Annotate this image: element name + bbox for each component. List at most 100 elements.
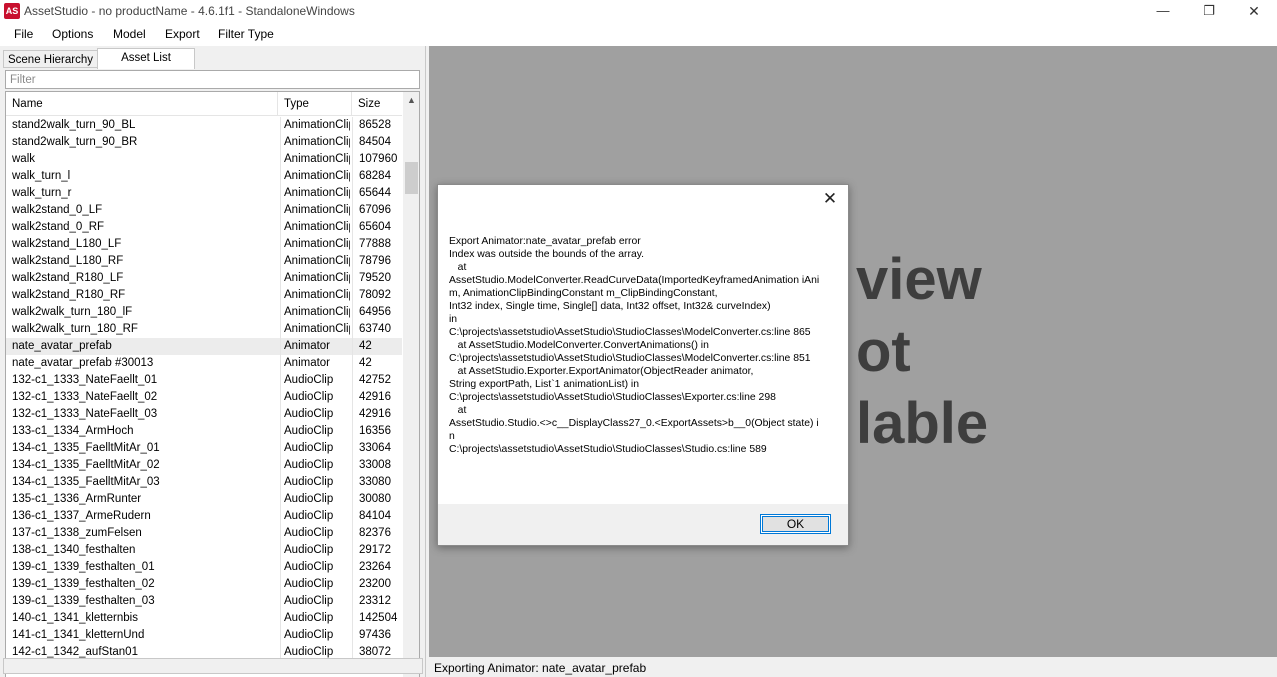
table-row[interactable]: 132-c1_1333_NateFaellt_03 AudioClip 42916 — [6, 406, 402, 423]
table-row[interactable]: 137-c1_1338_zumFelsen AudioClip 82376 — [6, 525, 402, 542]
table-row[interactable]: nate_avatar_prefab Animator 42 — [6, 338, 402, 355]
tab-asset-list[interactable]: Asset List — [97, 48, 195, 69]
table-row[interactable]: walk2walk_turn_180_RF AnimationClip 63740 — [6, 321, 402, 338]
cell-size: 86528 — [352, 117, 402, 134]
scroll-up-icon[interactable]: ▲ — [403, 92, 419, 109]
table-row[interactable]: 132-c1_1333_NateFaellt_02 AudioClip 42916 — [6, 389, 402, 406]
preview-placeholder-line-1: view — [856, 247, 982, 312]
cell-size: 63740 — [352, 321, 402, 338]
cell-size: 78092 — [352, 287, 402, 304]
cell-name: 138-c1_1340_festhalten — [12, 544, 136, 556]
table-row[interactable]: walk AnimationClip 107960 — [6, 151, 402, 168]
table-row[interactable]: walk2stand_0_RF AnimationClip 65604 — [6, 219, 402, 236]
cell-type: AudioClip — [280, 457, 350, 474]
cell-name: walk2stand_R180_RF — [12, 289, 126, 301]
table-row[interactable]: walk_turn_r AnimationClip 65644 — [6, 185, 402, 202]
column-header-type[interactable]: Type — [278, 92, 352, 116]
cell-name: 132-c1_1333_NateFaellt_03 — [12, 408, 158, 420]
table-row[interactable]: stand2walk_turn_90_BR AnimationClip 84504 — [6, 134, 402, 151]
menu-model[interactable]: Model — [113, 27, 146, 41]
cell-type: AudioClip — [280, 525, 350, 542]
cell-type: AnimationClip — [280, 219, 350, 236]
cell-size: 23264 — [352, 559, 402, 576]
table-row[interactable]: 139-c1_1339_festhalten_02 AudioClip 23200 — [6, 576, 402, 593]
table-row[interactable]: walk2stand_L180_RF AnimationClip 78796 — [6, 253, 402, 270]
cell-name: walk — [12, 153, 36, 165]
title-bar: AS AssetStudio - no productName - 4.6.1f… — [0, 0, 1277, 23]
ok-button[interactable]: OK — [760, 514, 831, 534]
cell-size: 65644 — [352, 185, 402, 202]
table-row[interactable]: 136-c1_1337_ArmeRudern AudioClip 84104 — [6, 508, 402, 525]
cell-size: 42916 — [352, 406, 402, 423]
column-header-size[interactable]: Size — [352, 92, 402, 116]
cell-size: 30080 — [352, 491, 402, 508]
table-row[interactable]: 134-c1_1335_FaelltMitAr_02 AudioClip 33008 — [6, 457, 402, 474]
table-row[interactable]: walk2stand_L180_LF AnimationClip 77888 — [6, 236, 402, 253]
cell-name: 132-c1_1333_NateFaellt_01 — [12, 374, 158, 386]
list-rows: stand2walk_turn_90_BL AnimationClip 86528 s… — [6, 117, 402, 661]
table-row[interactable]: walk2stand_R180_LF AnimationClip 79520 — [6, 270, 402, 287]
left-status-bar — [3, 658, 423, 674]
cell-name: 139-c1_1339_festhalten_03 — [12, 595, 155, 607]
column-header-name[interactable]: Name — [6, 92, 278, 116]
table-row[interactable]: nate_avatar_prefab #30013 Animator 42 — [6, 355, 402, 372]
menu-filter-type[interactable]: Filter Type — [218, 27, 274, 41]
cell-size: 65604 — [352, 219, 402, 236]
menu-options[interactable]: Options — [52, 27, 93, 41]
cell-size: 29172 — [352, 542, 402, 559]
cell-name: walk2stand_0_RF — [12, 221, 105, 233]
table-row[interactable]: 134-c1_1335_FaelltMitAr_01 AudioClip 33064 — [6, 440, 402, 457]
menu-bar: File Options Model Export Filter Type — [0, 23, 1277, 46]
cell-type: AnimationClip — [280, 304, 350, 321]
cell-type: AudioClip — [280, 491, 350, 508]
dialog-close-icon[interactable]: ✕ — [820, 189, 840, 209]
table-row[interactable]: 133-c1_1334_ArmHoch AudioClip 16356 — [6, 423, 402, 440]
vertical-scrollbar[interactable]: ▲ ▼ — [403, 92, 419, 677]
table-row[interactable]: 139-c1_1339_festhalten_03 AudioClip 23312 — [6, 593, 402, 610]
cell-type: AudioClip — [280, 559, 350, 576]
cell-name: walk_turn_r — [12, 187, 72, 199]
table-row[interactable]: walk2stand_R180_RF AnimationClip 78092 — [6, 287, 402, 304]
cell-type: AnimationClip — [280, 270, 350, 287]
asset-list: Name Type Size stand2walk_turn_90_BL Anim… — [5, 91, 420, 677]
cell-size: 23200 — [352, 576, 402, 593]
cell-size: 42 — [352, 338, 402, 355]
table-row[interactable]: 132-c1_1333_NateFaellt_01 AudioClip 42752 — [6, 372, 402, 389]
table-row[interactable]: walk2walk_turn_180_lF AnimationClip 64956 — [6, 304, 402, 321]
tab-scene-hierarchy[interactable]: Scene Hierarchy — [3, 50, 98, 68]
table-row[interactable]: 134-c1_1335_FaelltMitAr_03 AudioClip 33080 — [6, 474, 402, 491]
cell-type: AnimationClip — [280, 253, 350, 270]
error-dialog: ✕ Export Animator:nate_avatar_prefab err… — [437, 184, 849, 546]
filter-input[interactable] — [5, 70, 420, 89]
table-row[interactable]: 135-c1_1336_ArmRunter AudioClip 30080 — [6, 491, 402, 508]
cell-name: 132-c1_1333_NateFaellt_02 — [12, 391, 158, 403]
cell-size: 16356 — [352, 423, 402, 440]
cell-name: 134-c1_1335_FaelltMitAr_03 — [12, 476, 160, 488]
table-row[interactable]: walk2stand_0_LF AnimationClip 67096 — [6, 202, 402, 219]
cell-type: AnimationClip — [280, 321, 350, 338]
table-row[interactable]: stand2walk_turn_90_BL AnimationClip 86528 — [6, 117, 402, 134]
table-row[interactable]: 139-c1_1339_festhalten_01 AudioClip 23264 — [6, 559, 402, 576]
table-row[interactable]: 141-c1_1341_kletternUnd AudioClip 97436 — [6, 627, 402, 644]
cell-name: nate_avatar_prefab #30013 — [12, 357, 154, 369]
cell-type: AnimationClip — [280, 185, 350, 202]
close-window-button[interactable]: ✕ — [1231, 0, 1277, 23]
cell-size: 107960 — [352, 151, 402, 168]
cell-size: 67096 — [352, 202, 402, 219]
cell-type: AudioClip — [280, 508, 350, 525]
cell-size: 42752 — [352, 372, 402, 389]
error-message: Export Animator:nate_avatar_prefab error… — [449, 236, 820, 455]
restore-button[interactable]: ❐ — [1186, 0, 1232, 23]
scroll-thumb[interactable] — [405, 162, 418, 194]
menu-file[interactable]: File — [14, 27, 33, 41]
cell-type: AudioClip — [280, 474, 350, 491]
cell-name: 134-c1_1335_FaelltMitAr_01 — [12, 442, 160, 454]
cell-name: walk2walk_turn_180_RF — [12, 323, 138, 335]
table-row[interactable]: 140-c1_1341_kletternbis AudioClip 142504 — [6, 610, 402, 627]
menu-export[interactable]: Export — [165, 27, 200, 41]
minimize-button[interactable]: — — [1140, 0, 1186, 23]
table-row[interactable]: 138-c1_1340_festhalten AudioClip 29172 — [6, 542, 402, 559]
preview-placeholder-line-2: ot — [856, 319, 911, 384]
table-row[interactable]: walk_turn_l AnimationClip 68284 — [6, 168, 402, 185]
cell-size: 78796 — [352, 253, 402, 270]
